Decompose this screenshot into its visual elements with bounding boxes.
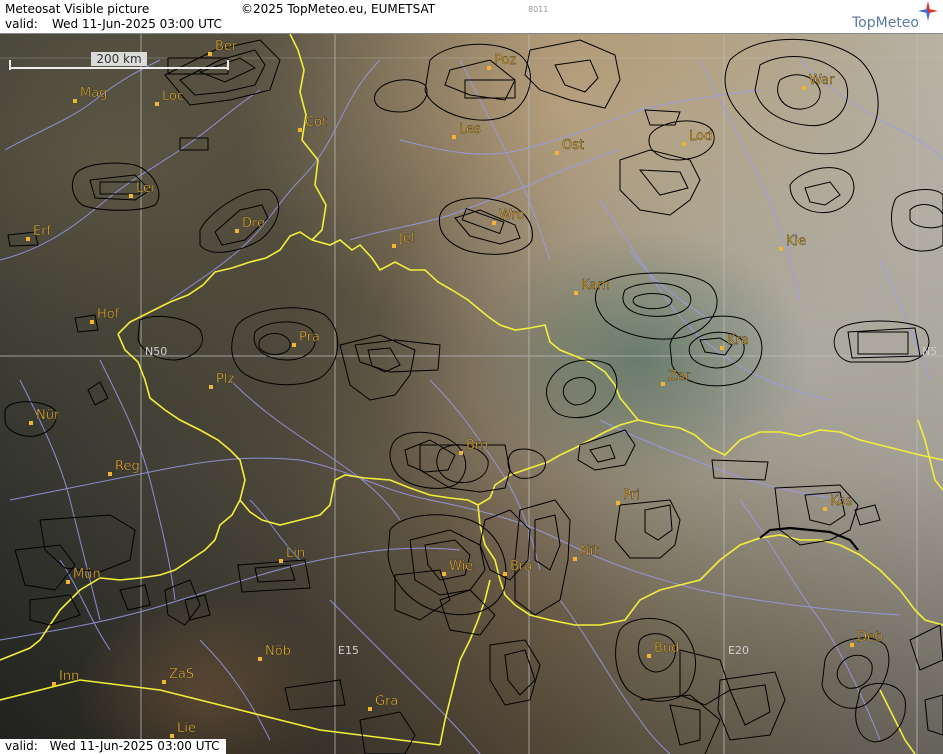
city-label: Nöb: [265, 644, 291, 659]
city-marker: [823, 507, 827, 511]
city-label: Plz: [216, 372, 234, 387]
city-label: Ber: [215, 39, 238, 54]
city-marker: [647, 654, 651, 658]
city-marker: [292, 343, 296, 347]
city-marker: [52, 682, 56, 686]
city-marker: [850, 643, 854, 647]
city-marker: [492, 221, 496, 225]
city-label: Mag: [80, 86, 107, 101]
city-label: Lin: [286, 546, 305, 561]
city-label: ZaS: [169, 667, 194, 682]
scale-label: 200 km: [96, 52, 141, 66]
city-marker: [279, 559, 283, 563]
city-marker: [29, 421, 33, 425]
city-marker: [208, 52, 212, 56]
copyright: ©2025 TopMeteo.eu, EUMETSAT: [241, 2, 436, 16]
city-marker: [459, 451, 463, 455]
compass-icon: [918, 1, 938, 21]
city-label: Kra: [727, 333, 749, 348]
city-marker: [392, 244, 396, 248]
city-marker: [574, 291, 578, 295]
city-marker: [661, 382, 665, 386]
valid-label: valid:: [5, 17, 38, 31]
footer-valid-label: valid:: [5, 739, 38, 753]
city-label: Nit: [580, 544, 598, 559]
city-marker: [452, 135, 456, 139]
city-label: Bra: [510, 559, 532, 574]
city-marker: [26, 237, 30, 241]
city-label: Wie: [449, 559, 473, 574]
city-label: War: [809, 73, 835, 88]
topmeteo-logo: TopMeteo: [852, 15, 919, 31]
city-marker: [555, 151, 559, 155]
city-label: Lie: [177, 721, 196, 736]
city-marker: [298, 128, 302, 132]
city-marker: [170, 734, 174, 738]
footer-bar: valid: Wed 11-Jun-2025 03:00 UTC: [0, 739, 226, 754]
city-label: Gra: [375, 694, 398, 709]
city-marker: [503, 572, 507, 576]
city-marker: [720, 346, 724, 350]
city-marker: [368, 707, 372, 711]
city-marker: [258, 657, 262, 661]
city-marker: [616, 501, 620, 505]
city-label: Kie: [786, 234, 806, 249]
city-label: Cot: [305, 115, 327, 130]
city-label: Mün: [73, 567, 101, 582]
city-marker: [129, 194, 133, 198]
city-label: Deb: [857, 630, 883, 645]
map-title: Meteosat Visible picture: [5, 2, 150, 16]
city-label: Lei: [136, 181, 155, 196]
city-label: Poz: [494, 53, 516, 68]
city-label: Nür: [36, 408, 60, 423]
city-label: Dre: [242, 216, 265, 231]
city-label: Reg: [115, 459, 140, 474]
city-marker: [802, 86, 806, 90]
city-label: Pri: [623, 488, 640, 503]
grid-label-n50-right: N5: [922, 345, 937, 358]
city-label: Zar: [668, 369, 691, 384]
city-marker: [90, 320, 94, 324]
grid-label-n50: N50: [145, 345, 167, 358]
valid-time: Wed 11-Jun-2025 03:00 UTC: [52, 17, 222, 31]
city-label: Erf: [33, 224, 52, 239]
satellite-map[interactable]: 200 km N50 N5 E15 E20 Ber Poz War Mag Loc Cot…: [0, 34, 943, 754]
city-marker: [162, 680, 166, 684]
city-label: Loc: [162, 89, 184, 104]
footer-valid-time: Wed 11-Jun-2025 03:00 UTC: [49, 739, 220, 753]
city-label: Jel: [398, 231, 414, 246]
city-label: Les: [459, 122, 481, 137]
image-id: 8011: [528, 5, 549, 14]
city-label: Brn: [466, 438, 488, 453]
city-label: Bud: [654, 641, 679, 656]
city-marker: [442, 572, 446, 576]
city-marker: [235, 229, 239, 233]
city-marker: [155, 102, 159, 106]
city-marker: [108, 472, 112, 476]
city-label: Wro: [499, 208, 524, 223]
city-marker: [209, 385, 213, 389]
city-marker: [66, 580, 70, 584]
city-label: Lod: [689, 129, 712, 144]
city-label: Hof: [97, 307, 120, 322]
city-label: Pra: [299, 330, 320, 345]
city-marker: [487, 66, 491, 70]
header-bar: Meteosat Visible picture ©2025 TopMeteo.…: [0, 0, 943, 34]
city-marker: [682, 142, 686, 146]
grid-label-e20: E20: [728, 644, 749, 657]
city-label: Kos: [830, 494, 853, 509]
city-label: Kam: [581, 278, 610, 293]
city-label: Inn: [59, 669, 79, 684]
grid-label-e15: E15: [338, 644, 359, 657]
city-label: Ost: [562, 138, 584, 153]
city-marker: [779, 247, 783, 251]
city-marker: [573, 557, 577, 561]
city-marker: [73, 99, 77, 103]
